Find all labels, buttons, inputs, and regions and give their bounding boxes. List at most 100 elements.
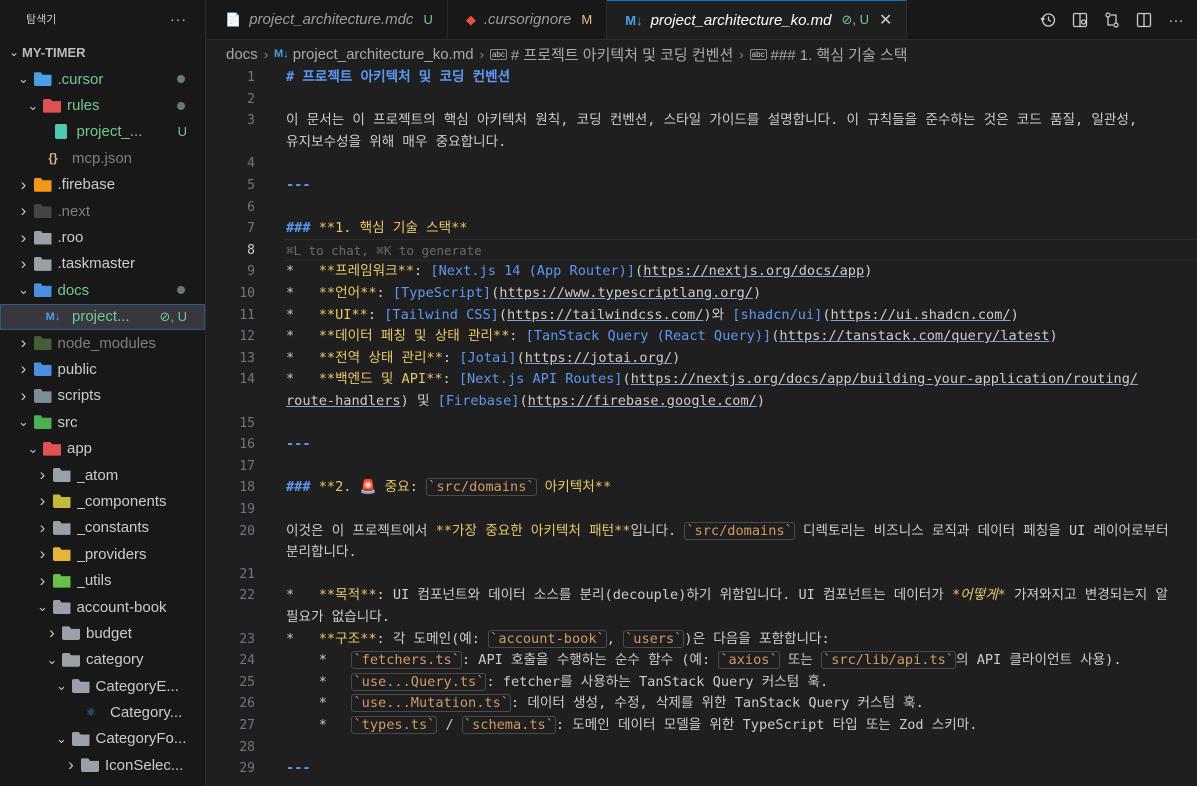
line-number: 22: [239, 588, 255, 604]
code-text: (: [635, 263, 644, 280]
folder-item[interactable]: › public: [0, 356, 205, 382]
code-text: ,: [606, 630, 624, 647]
folder-icon: [33, 256, 52, 271]
code-line: * `types.ts` / `schema.ts`: 도메인 데이터 모델을 …: [286, 715, 1187, 737]
link-url[interactable]: https://nextjs.org/docs/app: [643, 263, 864, 279]
chevron-right-icon: ›: [20, 253, 27, 273]
file-icon: ⚛: [81, 706, 101, 720]
folder-item[interactable]: › IconSelec...: [0, 752, 205, 778]
breadcrumb-item[interactable]: # 프로젝트 아키텍처 및 코딩 컨벤션: [511, 44, 733, 65]
folder-item[interactable]: › .roo: [0, 224, 205, 250]
folder-item[interactable]: ⌄ src: [0, 409, 205, 435]
editor-tab[interactable]: 📄 project_architecture.mdc U: [207, 0, 448, 39]
code-line: # 프로젝트 아키텍처 및 코딩 컨벤션: [286, 67, 1187, 89]
line-number: 21: [239, 566, 255, 582]
code-text: : 데이터 생성, 수정, 삭제를 위한 TanStack Query 커스텀 …: [510, 695, 924, 712]
tree-item-label: mcp.json: [72, 149, 133, 167]
file-item[interactable]: ⚛ Category...: [0, 699, 205, 725]
folder-icon: [52, 468, 71, 483]
chevron-down-icon: ⌄: [18, 414, 29, 430]
folder-icon: [33, 230, 52, 245]
link-url[interactable]: route-handlers: [286, 393, 401, 409]
code-text: 의 API 클라이언트 사용).: [956, 652, 1122, 669]
chevron-right-icon: ›: [39, 517, 46, 537]
folder-item[interactable]: ⌄ CategoryE...: [0, 673, 205, 699]
chevron-right-icon: ›: [39, 465, 46, 485]
bold-text: **UI**: [318, 306, 368, 323]
link-url[interactable]: https://tailwindcss.com/: [507, 307, 703, 323]
code-text: : fetcher를 사용하는 TanStack Query 커스텀 훅.: [486, 673, 829, 690]
folder-item[interactable]: › _utils: [0, 567, 205, 593]
more-actions-icon[interactable]: ···: [170, 11, 187, 27]
timeline-history-icon[interactable]: [1039, 11, 1057, 29]
folder-item[interactable]: ⌄ CategoryFo...: [0, 726, 205, 752]
code-text: ): [864, 263, 873, 280]
link-url[interactable]: https://firebase.google.com/: [528, 393, 757, 409]
list-bullet: *: [286, 263, 319, 280]
code-text: (: [822, 306, 831, 323]
link-url[interactable]: https://ui.shadcn.com/: [831, 307, 1011, 323]
list-bullet: *: [286, 306, 319, 323]
folder-item[interactable]: › .next: [0, 198, 205, 224]
folder-item[interactable]: › _components: [0, 488, 205, 514]
link-url[interactable]: https://www.typescriptlang.org/: [499, 285, 753, 301]
code-text: (: [519, 393, 528, 409]
folder-item[interactable]: › .taskmaster: [0, 251, 205, 277]
modified-dot-icon: [177, 101, 185, 110]
workspace-root[interactable]: ⌄ MY-TIMER: [0, 38, 205, 66]
folder-item[interactable]: › _constants: [0, 515, 205, 541]
editor-tab[interactable]: M↓ project_architecture_ko.md ⊘, U ✕: [607, 0, 908, 39]
editor-tab[interactable]: ◆ .cursorignore M: [448, 0, 608, 39]
compare-changes-icon[interactable]: [1103, 11, 1121, 29]
link-url[interactable]: https://nextjs.org/docs/app/building-you…: [631, 371, 1138, 387]
folder-item[interactable]: ⌄ rules: [0, 92, 205, 118]
breadcrumb-item[interactable]: ### 1. 핵심 기술 스택: [771, 44, 908, 65]
code-text: (: [516, 349, 525, 366]
code-text: 이것은 이 프로젝트에서: [286, 522, 436, 539]
file-item[interactable]: project_... U: [0, 119, 205, 145]
inline-code: `use...Mutation.ts`: [351, 694, 511, 713]
folder-item[interactable]: › budget: [0, 620, 205, 646]
folder-item[interactable]: › node_modules: [0, 330, 205, 356]
folder-icon: [71, 731, 90, 746]
code-editor[interactable]: 1 # 프로젝트 아키텍처 및 코딩 컨벤션 2 3 이 문서는 이 프로젝트의 핵심 …: [207, 67, 1197, 786]
folder-icon: [71, 679, 90, 694]
file-item[interactable]: M↓ project... ⊘, U: [0, 303, 205, 330]
link-url[interactable]: https://tanstack.com/query/latest: [779, 328, 1049, 344]
chevron-right-icon: ›: [20, 174, 27, 194]
folder-item[interactable]: › _providers: [0, 541, 205, 567]
folder-item[interactable]: ⌄ account-book: [0, 594, 205, 620]
inline-code: `use...Query.ts`: [351, 672, 487, 691]
tree-item-label: _components: [76, 492, 167, 510]
folder-item[interactable]: ⌄ docs: [0, 277, 205, 303]
open-preview-icon[interactable]: [1071, 11, 1089, 29]
breadcrumb-item[interactable]: docs: [226, 46, 258, 63]
folder-item[interactable]: › .firebase: [0, 172, 205, 198]
split-editor-icon[interactable]: [1135, 11, 1153, 29]
tree-item-label: CategoryFo...: [95, 730, 187, 748]
list-bullet: *: [286, 695, 352, 712]
code-text: 유지보수성을 위해 매우 중요합니다.: [286, 133, 507, 150]
folder-item[interactable]: ⌄ category: [0, 647, 205, 673]
folder-item[interactable]: › _atom: [0, 462, 205, 488]
symbol-string-icon: abc: [489, 48, 507, 60]
markdown-heading: ###: [286, 479, 319, 496]
chevron-right-icon: ›: [20, 359, 27, 379]
list-bullet: *: [286, 652, 352, 669]
code-text: : API 호출을 수행하는 순수 함수 (예:: [461, 652, 719, 669]
tree-item-label: .next: [57, 202, 91, 220]
folder-item[interactable]: ⌄ app: [0, 435, 205, 461]
folder-icon: [43, 98, 61, 113]
code-line: 분리합니다.: [286, 542, 1187, 564]
link-url[interactable]: https://jotai.org/: [525, 350, 672, 366]
bold-text: **백엔드 및 API**: [318, 371, 443, 388]
tree-item-label: Category...: [110, 704, 183, 722]
close-icon[interactable]: ✕: [879, 10, 892, 30]
inline-code: `axios`: [718, 651, 780, 670]
folder-item[interactable]: › scripts: [0, 383, 205, 409]
more-actions-icon[interactable]: ···: [1167, 11, 1185, 29]
bold-text: **데이터 페칭 및 상태 관리**: [318, 328, 510, 345]
breadcrumb-item[interactable]: project_architecture_ko.md: [293, 46, 474, 63]
file-item[interactable]: {} mcp.json: [0, 145, 205, 171]
folder-item[interactable]: ⌄ .cursor: [0, 66, 205, 92]
